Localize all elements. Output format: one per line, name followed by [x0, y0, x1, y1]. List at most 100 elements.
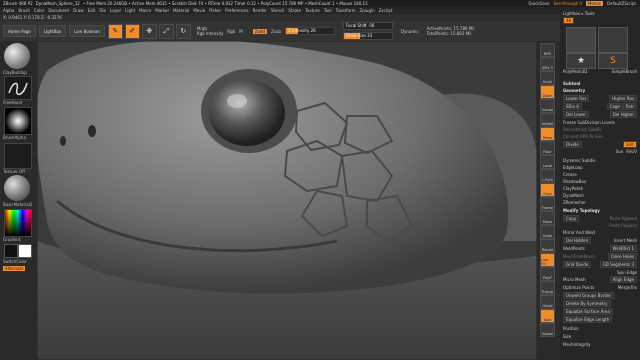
- menu-color[interactable]: Color: [34, 8, 44, 13]
- alternate-button[interactable]: Alternate: [3, 266, 26, 271]
- zremesher-section[interactable]: ZRemesher: [563, 200, 586, 205]
- secondary-color-swatch[interactable]: [18, 244, 32, 258]
- reconstruct-subdiv-button[interactable]: Reconstruct Subdiv: [563, 127, 602, 132]
- delete-by-symmetry-button[interactable]: Delete By Symmetry: [563, 300, 611, 307]
- menu-transform[interactable]: Transform: [336, 8, 356, 13]
- shadowbox-section[interactable]: ShadowBox: [563, 179, 586, 184]
- paste-append-button[interactable]: Paste Append: [610, 216, 637, 221]
- menu-stroke[interactable]: Stroke: [288, 8, 301, 13]
- subtool-header[interactable]: Subtool: [563, 81, 580, 86]
- geometry-header[interactable]: Geometry: [563, 88, 585, 93]
- frame-button[interactable]: Frame: [540, 197, 555, 211]
- edit-button[interactable]: ✎: [107, 23, 123, 39]
- reuv-toggle[interactable]: ReUV: [626, 149, 637, 154]
- bpr-button[interactable]: BPR: [540, 43, 555, 57]
- star-icon[interactable]: ★: [566, 53, 596, 69]
- dynamesh-section[interactable]: DynaMesh: [563, 193, 584, 198]
- insert-mesh-button[interactable]: Insert Mesh: [614, 238, 637, 243]
- weld-dist-slider[interactable]: WeldDist 1: [609, 245, 637, 252]
- size-section[interactable]: Size: [563, 334, 571, 339]
- del-lower-button[interactable]: Del Lower: [563, 111, 589, 118]
- micro-mesh-button[interactable]: Micro Mesh: [563, 277, 586, 282]
- move-view-button[interactable]: Move: [540, 211, 555, 225]
- menus-toggle[interactable]: Menus: [585, 1, 604, 6]
- rgb-intensity-label[interactable]: Rgb Intensity: [197, 31, 224, 36]
- home-page-button[interactable]: Home Page: [3, 25, 36, 37]
- rotate-view-button[interactable]: Rotate: [540, 239, 555, 253]
- tool-thumb-simple[interactable]: [598, 27, 628, 53]
- dynamic-subdiv-section[interactable]: Dynamic Subdiv: [563, 158, 596, 163]
- polyf-button[interactable]: PolyF: [540, 267, 555, 281]
- meshintegrity-section[interactable]: MeshIntegrity: [563, 342, 591, 347]
- menu-edit[interactable]: Edit: [88, 8, 96, 13]
- paste-replace-button[interactable]: Paste Replace: [609, 223, 637, 228]
- menu-tool[interactable]: Tool: [324, 8, 332, 13]
- see-through-slider[interactable]: See-through 0: [554, 1, 582, 6]
- freeze-subdiv-button[interactable]: Freeze SubDivision Levels: [563, 120, 615, 125]
- grid-divide-button[interactable]: Grid Divide: [563, 261, 592, 268]
- align-edge-button[interactable]: Align Edge: [609, 276, 637, 283]
- transp-button[interactable]: Transp: [540, 281, 555, 295]
- close-holes-button[interactable]: Close Holes: [607, 253, 637, 260]
- menu-render[interactable]: Render: [253, 8, 267, 13]
- copy-button[interactable]: Copy: [563, 215, 580, 222]
- menu-draw[interactable]: Draw: [73, 8, 83, 13]
- sdiv-slider[interactable]: SDiv 6: [563, 103, 582, 110]
- del-higher-button[interactable]: Del Higher: [609, 111, 637, 118]
- texture-thumbnail[interactable]: [4, 143, 32, 169]
- actual-button[interactable]: Actual: [540, 99, 555, 113]
- rstr-button[interactable]: Rstr: [622, 103, 637, 110]
- m-toggle[interactable]: M: [239, 29, 242, 34]
- menu-material[interactable]: Material: [173, 8, 189, 13]
- material-thumbnail[interactable]: [4, 175, 30, 201]
- divide-button[interactable]: Divide: [563, 141, 582, 148]
- menu-document[interactable]: Document: [48, 8, 69, 13]
- z-intensity-slider[interactable]: Z Intensity 26: [284, 27, 335, 35]
- menu-texture[interactable]: Texture: [305, 8, 320, 13]
- gxyz-button[interactable]: Gxyz: [540, 183, 555, 197]
- tool-thumb-dynamesh[interactable]: [566, 27, 596, 53]
- smt-toggle[interactable]: Smt: [622, 141, 637, 148]
- equalize-edge-button[interactable]: Equalize Edge Length: [563, 316, 613, 323]
- canvas-viewport[interactable]: [37, 41, 537, 360]
- draw-size-slider[interactable]: Draw Size 33: [342, 32, 393, 40]
- scale-view-button[interactable]: Scale: [540, 225, 555, 239]
- weld-points-button[interactable]: WeldPoints: [563, 246, 585, 251]
- main-color-swatch[interactable]: [4, 244, 18, 258]
- lower-res-button[interactable]: Lower Res: [563, 95, 590, 102]
- menu-alpha[interactable]: Alpha: [3, 8, 14, 13]
- rotate-button[interactable]: ↻: [175, 23, 191, 39]
- mirror-weld-button[interactable]: Mirror And Weld: [563, 230, 595, 235]
- quicksave-button[interactable]: QuickSave: [528, 1, 549, 6]
- unweld-groups-button[interactable]: Unweld Groups Border: [563, 292, 615, 299]
- local-button[interactable]: Local: [540, 155, 555, 169]
- rgb-toggle[interactable]: Rgb: [227, 29, 235, 34]
- modify-topology-header[interactable]: Modify Topology: [563, 208, 600, 213]
- convert-bpr-button[interactable]: Convert BPR To Geo: [563, 134, 603, 139]
- zoom-button[interactable]: Zoom: [540, 85, 555, 99]
- brush-thumbnail[interactable]: [4, 43, 30, 69]
- menu-file[interactable]: File: [99, 8, 106, 13]
- line-fill-button[interactable]: Line Fill: [540, 253, 555, 267]
- optimize-points-button[interactable]: Optimize Points: [563, 285, 594, 290]
- menu-picker[interactable]: Picker: [209, 8, 221, 13]
- cage-button[interactable]: Cage: [606, 103, 623, 110]
- menu-zplugin[interactable]: Zplugin: [360, 8, 375, 13]
- s-brush-icon[interactable]: S: [598, 53, 628, 69]
- zsub-toggle[interactable]: Zsub: [271, 29, 281, 34]
- position-section[interactable]: Position: [563, 326, 579, 331]
- scroll-button[interactable]: Scroll: [540, 71, 555, 85]
- stroke-thumbnail[interactable]: [4, 76, 32, 100]
- aahalf-button[interactable]: AAHalf: [540, 113, 555, 127]
- dynamic-toggle[interactable]: Dynamic: [401, 29, 419, 34]
- menu-layer[interactable]: Layer: [110, 8, 121, 13]
- live-boolean-button[interactable]: Live Boolean: [69, 25, 105, 37]
- spix-button[interactable]: SPix 3: [540, 57, 555, 71]
- xpose-button[interactable]: Xpose: [540, 323, 555, 337]
- alpha-thumbnail[interactable]: [4, 107, 32, 135]
- menu-marker[interactable]: Marker: [155, 8, 169, 13]
- del-hidden-button[interactable]: Del Hidden: [563, 237, 592, 244]
- mesh-from-brush-button[interactable]: MeshFromBrush: [563, 254, 595, 259]
- scale-button[interactable]: ⤢: [158, 23, 174, 39]
- ghost-button[interactable]: Ghost: [540, 295, 555, 309]
